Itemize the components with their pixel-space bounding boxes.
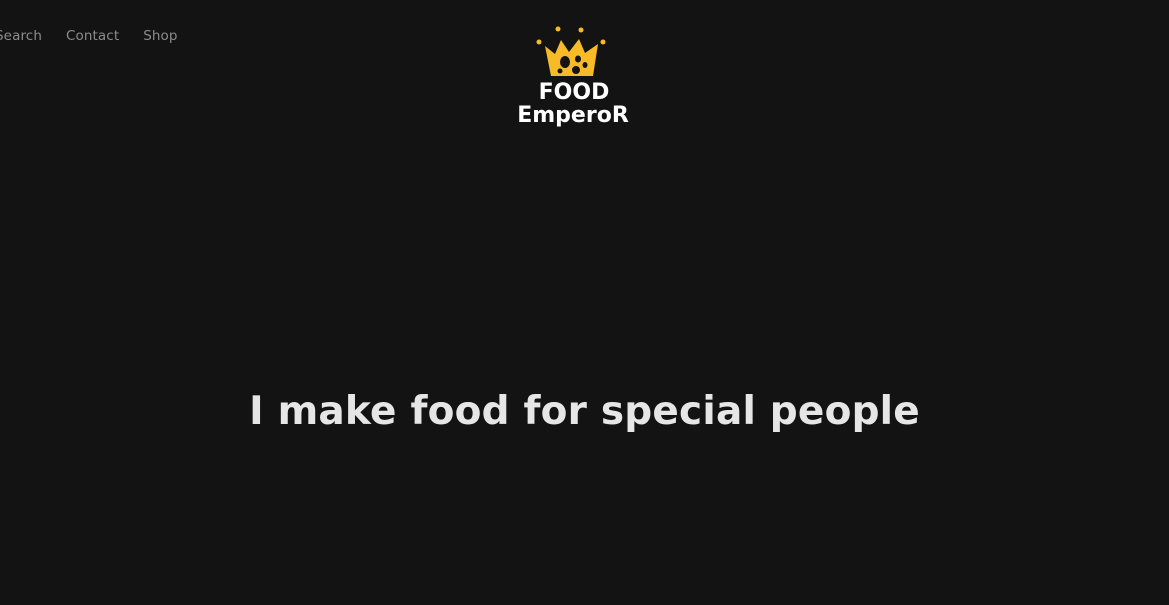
logo-text-line2: EmperoR (517, 103, 629, 128)
nav-link-search[interactable]: Search (0, 28, 42, 44)
page: Search Contact Shop FOOD EmperoR (0, 0, 1169, 605)
nav-link-shop[interactable]: Shop (143, 28, 177, 44)
top-nav: Search Contact Shop (0, 28, 178, 44)
hero-headline: I make food for special people (249, 389, 920, 434)
logo-text-line1: FOOD (539, 80, 610, 105)
crown-icon (536, 26, 606, 76)
site-logo[interactable]: FOOD EmperoR (503, 24, 643, 128)
nav-link-contact[interactable]: Contact (66, 28, 119, 44)
logo-graphic: FOOD EmperoR (517, 26, 629, 128)
